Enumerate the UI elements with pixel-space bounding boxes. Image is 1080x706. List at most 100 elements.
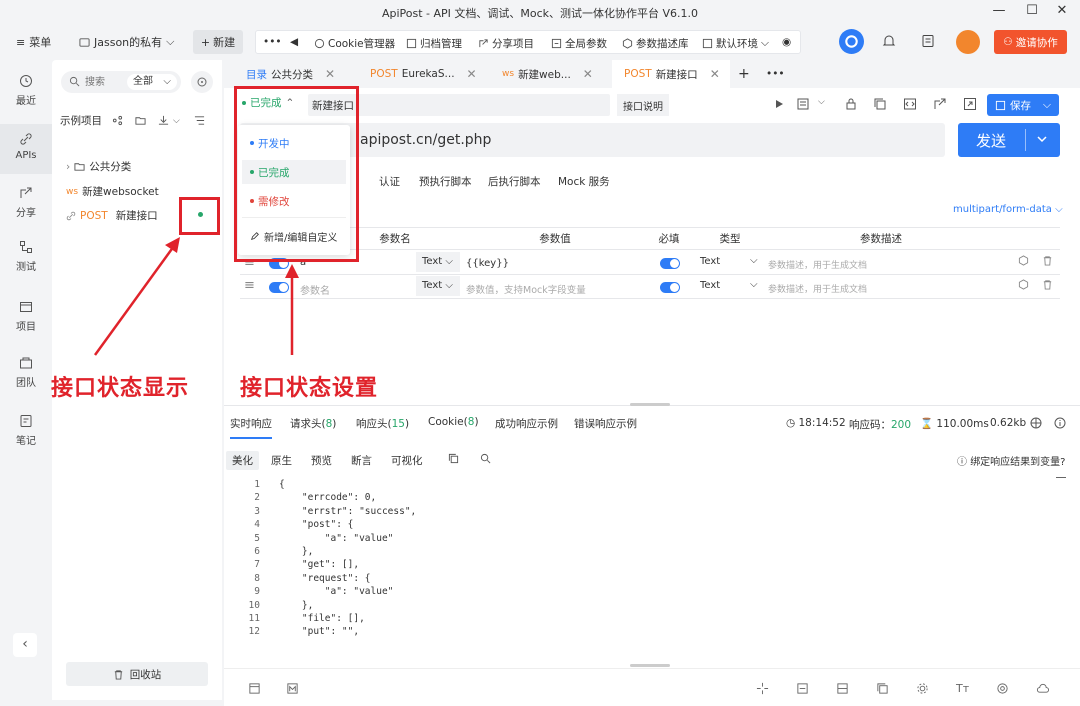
- rail-item-project[interactable]: 项目: [0, 292, 52, 342]
- tab-cookie[interactable]: Cookie(8): [428, 416, 479, 428]
- chevron-down-icon[interactable]: [1036, 133, 1048, 145]
- param-type-select[interactable]: Text: [700, 280, 720, 291]
- chevron-down-icon[interactable]: ⌵: [750, 279, 758, 290]
- tab-success-example[interactable]: 成功响应示例: [495, 416, 558, 431]
- share-icon[interactable]: [112, 115, 123, 126]
- tab-live-response[interactable]: 实时响应: [230, 416, 272, 439]
- copy-icon[interactable]: [448, 453, 459, 464]
- doc-icon[interactable]: [796, 97, 810, 111]
- cloud-icon[interactable]: [1036, 682, 1049, 695]
- more-tabs-icon[interactable]: •••: [762, 60, 786, 88]
- close-tab-icon[interactable]: ✕: [467, 67, 477, 81]
- layout-icon[interactable]: [248, 682, 261, 695]
- rail-item-recent[interactable]: 最近: [0, 66, 52, 116]
- search-icon[interactable]: [480, 453, 491, 464]
- param-name[interactable]: 参数名: [300, 282, 330, 297]
- settings-icon[interactable]: [916, 682, 929, 695]
- invite-button[interactable]: ⚇ 邀请协作: [994, 30, 1067, 54]
- param-desc[interactable]: 参数描述，用于生成文档: [768, 258, 867, 271]
- bind-variable-link[interactable]: ⓘ 绑定响应结果到变量?: [957, 453, 1066, 468]
- close-tab-icon[interactable]: ✕: [583, 67, 593, 81]
- code-icon[interactable]: [903, 97, 917, 111]
- tree-item-api[interactable]: POST 新建接口: [66, 208, 158, 223]
- param-desc-library-button[interactable]: 参数描述库: [622, 36, 689, 51]
- global-params-button[interactable]: 全局参数: [551, 36, 607, 51]
- eye-icon[interactable]: ◉: [782, 36, 791, 48]
- scrollbar[interactable]: [1056, 477, 1066, 478]
- tab-response-headers[interactable]: 响应头(15): [356, 416, 409, 431]
- param-type-select[interactable]: Text: [700, 256, 720, 267]
- gear-icon[interactable]: [996, 682, 1009, 695]
- rail-item-apis[interactable]: APIs: [0, 124, 52, 174]
- bell-icon[interactable]: [882, 34, 896, 48]
- tab-eureka[interactable]: POST EurekaS... ✕: [358, 60, 486, 88]
- tab-auth[interactable]: 认证: [379, 174, 400, 189]
- save-button[interactable]: 保存 ⌵: [987, 94, 1059, 116]
- archive-button[interactable]: 归档管理: [406, 36, 462, 51]
- menu-button[interactable]: ≡ 菜单: [16, 34, 51, 50]
- more-icon[interactable]: •••: [263, 36, 282, 48]
- close-tab-icon[interactable]: ✕: [325, 67, 335, 81]
- add-tab-button[interactable]: +: [732, 60, 756, 88]
- param-field-type-select[interactable]: Text ⌵: [416, 276, 460, 296]
- copy-icon[interactable]: [873, 97, 887, 111]
- avatar[interactable]: [956, 30, 980, 54]
- collapse-sidebar-button[interactable]: ‹: [13, 633, 37, 657]
- globe-icon[interactable]: [1030, 417, 1042, 429]
- body-format-select[interactable]: multipart/form-data ⌵: [953, 204, 1063, 215]
- param-required-toggle[interactable]: [660, 258, 680, 269]
- param-value[interactable]: {{key}}: [466, 258, 509, 269]
- view-beautify[interactable]: 美化: [226, 451, 259, 470]
- search-input[interactable]: [85, 74, 115, 90]
- folder-add-icon[interactable]: [135, 115, 146, 126]
- tab-pre-script[interactable]: 预执行脚本: [419, 174, 472, 189]
- resize-handle[interactable]: [630, 664, 670, 667]
- cube-icon[interactable]: [1018, 255, 1029, 266]
- close-window-button[interactable]: ✕: [1053, 3, 1071, 21]
- trash-icon[interactable]: [1042, 279, 1053, 290]
- api-desc-button[interactable]: 接口说明: [617, 94, 669, 116]
- sync-button[interactable]: [839, 29, 864, 54]
- copy-icon[interactable]: [876, 682, 889, 695]
- export-icon[interactable]: [963, 97, 977, 111]
- info-icon[interactable]: [1054, 417, 1066, 429]
- view-visualize[interactable]: 可视化: [391, 453, 423, 468]
- tab-post-script[interactable]: 后执行脚本: [488, 174, 541, 189]
- resize-handle[interactable]: [630, 403, 670, 406]
- notes-icon[interactable]: [921, 34, 935, 48]
- rail-item-test[interactable]: 测试: [0, 232, 52, 282]
- cookie-manager-button[interactable]: Cookie管理器: [314, 36, 395, 51]
- cube-icon[interactable]: [1018, 279, 1029, 290]
- minimize-button[interactable]: —: [990, 3, 1008, 21]
- import-icon[interactable]: [158, 115, 169, 126]
- tab-mock[interactable]: Mock 服务: [558, 174, 610, 189]
- markdown-icon[interactable]: [286, 682, 299, 695]
- locate-button[interactable]: [191, 71, 213, 93]
- font-size-icon[interactable]: Tт: [956, 682, 969, 695]
- view-preview[interactable]: 预览: [311, 453, 332, 468]
- chevron-down-icon[interactable]: ⌵: [750, 255, 758, 266]
- new-button[interactable]: + 新建: [193, 30, 243, 54]
- crosshair-icon[interactable]: [756, 682, 769, 695]
- view-assert[interactable]: 断言: [351, 453, 372, 468]
- filter-select[interactable]: 全部 ⌵: [127, 74, 177, 90]
- trash-icon[interactable]: [1042, 255, 1053, 266]
- drag-handle-icon[interactable]: ≡: [244, 278, 255, 293]
- rail-item-notes[interactable]: 笔记: [0, 406, 52, 456]
- rail-item-share[interactable]: 分享: [0, 178, 52, 228]
- send-button[interactable]: 发送: [958, 123, 1060, 157]
- rail-item-team[interactable]: 团队: [0, 348, 52, 398]
- tree-item-websocket[interactable]: ws 新建websocket: [66, 184, 159, 199]
- chevron-down-icon[interactable]: ⌵: [173, 116, 180, 126]
- tab-category[interactable]: 目录 公共分类 ✕: [236, 60, 356, 88]
- tree-folder[interactable]: › 公共分类: [66, 159, 131, 174]
- chevron-down-icon[interactable]: ⌵: [818, 97, 832, 111]
- scroll-left-icon[interactable]: ◀: [290, 36, 298, 48]
- split-icon[interactable]: [836, 682, 849, 695]
- lock-icon[interactable]: [844, 97, 858, 111]
- workspace-selector[interactable]: Jasson的私有 ⌵: [79, 34, 175, 50]
- tab-request-headers[interactable]: 请求头(8): [290, 416, 336, 431]
- close-tab-icon[interactable]: ✕: [710, 67, 720, 81]
- param-field-type-select[interactable]: Text ⌵: [416, 252, 460, 272]
- param-value[interactable]: 参数值，支持Mock字段变量: [466, 282, 586, 296]
